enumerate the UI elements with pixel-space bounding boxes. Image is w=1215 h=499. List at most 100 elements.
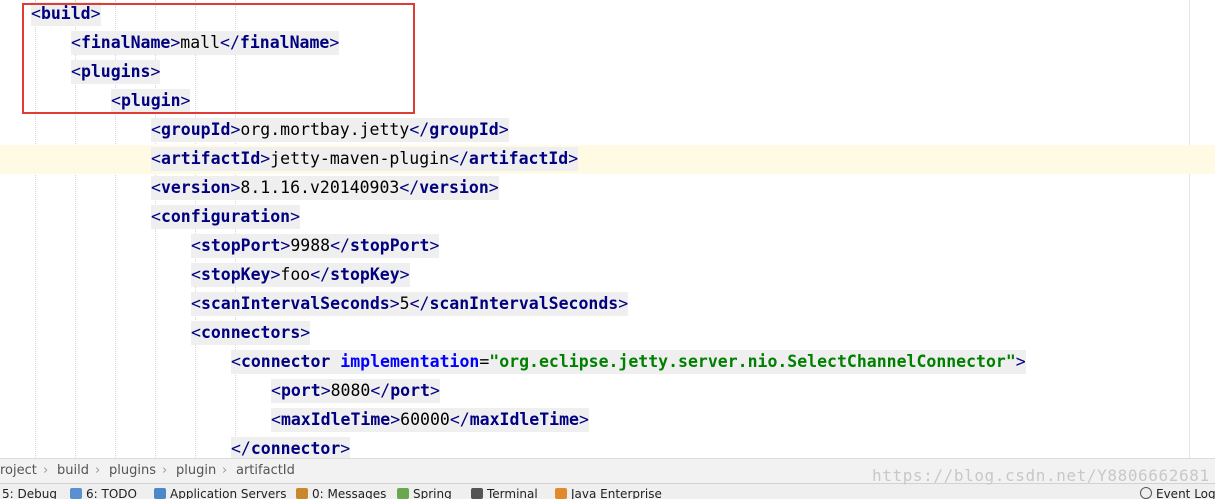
- code-line[interactable]: <connector implementation="org.eclipse.j…: [0, 348, 1215, 377]
- code-token: </: [399, 178, 420, 197]
- code-token: stopPort: [200, 236, 281, 255]
- app-servers-icon: [154, 488, 166, 499]
- tool-window-button[interactable]: 6: TODO: [70, 487, 137, 499]
- code-line[interactable]: </connector>: [0, 435, 1215, 458]
- todo-icon: [70, 488, 82, 499]
- code-token: port: [280, 381, 321, 400]
- code-token: >: [498, 120, 509, 139]
- breadcrumb-item[interactable]: plugins: [109, 463, 156, 478]
- tool-window-button[interactable]: Java Enterprise: [555, 487, 662, 499]
- code-token: 8080: [330, 381, 371, 400]
- code-token: version: [419, 178, 489, 197]
- spring-icon: [397, 488, 409, 499]
- code-token: plugin: [120, 91, 181, 110]
- code-token: </: [220, 33, 240, 52]
- code-token: <: [271, 410, 281, 429]
- code-token: mall: [180, 33, 221, 52]
- tool-window-label: 5: Debug: [2, 487, 57, 499]
- code-token: >: [300, 323, 311, 342]
- code-token: artifactId: [468, 149, 569, 168]
- code-token: >: [170, 33, 181, 52]
- code-token: >: [150, 62, 161, 81]
- code-token: >: [90, 4, 101, 23]
- code-token: </: [330, 236, 350, 255]
- code-token: >: [230, 178, 241, 197]
- code-line[interactable]: <plugin>: [0, 87, 1215, 116]
- code-token: <: [191, 236, 201, 255]
- tool-window-button[interactable]: 0: Messages: [296, 487, 386, 499]
- code-line[interactable]: <stopKey>foo</stopKey>: [0, 261, 1215, 290]
- code-token: version: [160, 178, 231, 197]
- code-token: >: [290, 207, 301, 226]
- code-line[interactable]: <version>8.1.16.v20140903</version>: [0, 174, 1215, 203]
- code-line[interactable]: <connectors>: [0, 319, 1215, 348]
- tool-window-button[interactable]: Terminal: [471, 487, 538, 499]
- code-token: >: [429, 236, 440, 255]
- code-line-text: <port>8080</port>: [271, 379, 440, 403]
- code-token: <: [71, 62, 81, 81]
- code-token: <: [151, 207, 161, 226]
- code-line[interactable]: <build>: [0, 0, 1215, 29]
- code-token: <: [191, 323, 201, 342]
- code-token: configuration: [160, 207, 291, 226]
- code-token: >: [180, 91, 191, 110]
- code-line[interactable]: <port>8080</port>: [0, 377, 1215, 406]
- breadcrumb-item[interactable]: artifactId: [236, 463, 295, 478]
- code-token: >: [488, 178, 499, 197]
- code-token: </: [310, 265, 331, 284]
- tool-window-button[interactable]: Application Servers: [154, 487, 286, 499]
- code-line[interactable]: <finalName>mall</finalName>: [0, 29, 1215, 58]
- code-token: >: [578, 410, 589, 429]
- breadcrumb-item[interactable]: plugin: [176, 463, 216, 478]
- code-token: </: [409, 120, 430, 139]
- breadcrumb-separator: ›: [162, 463, 168, 478]
- code-line-text: <connectors>: [191, 321, 311, 345]
- tool-window-label: 6: TODO: [86, 487, 137, 499]
- code-token: >: [568, 149, 579, 168]
- tool-window-button[interactable]: 5: Debug: [2, 487, 57, 499]
- tool-window-button[interactable]: Spring: [397, 487, 452, 499]
- breadcrumb-item[interactable]: roject: [0, 463, 37, 478]
- code-token: </: [231, 439, 251, 458]
- code-line-text: <plugin>: [111, 89, 191, 113]
- code-token: stopPort: [349, 236, 430, 255]
- code-token: foo: [280, 265, 311, 284]
- code-token: <: [231, 352, 241, 371]
- code-token: </: [409, 294, 430, 313]
- tool-window-bar: 5: Debug 6: TODO Application Servers 0: Mes…: [0, 483, 1215, 499]
- code-token: jetty-maven-plugin: [270, 149, 450, 168]
- code-line[interactable]: <plugins>: [0, 58, 1215, 87]
- code-token: >: [329, 33, 340, 52]
- event-log-label: Event Log: [1156, 487, 1215, 499]
- code-token: =: [479, 352, 490, 371]
- code-line[interactable]: <groupId>org.mortbay.jetty</groupId>: [0, 116, 1215, 145]
- tool-window-label: Java Enterprise: [571, 487, 662, 499]
- code-token: org.mortbay.jetty: [240, 120, 410, 139]
- event-log-icon: [1140, 487, 1152, 499]
- code-line-text: <connector implementation="org.eclipse.j…: [231, 350, 1026, 374]
- code-line-text: <version>8.1.16.v20140903</version>: [151, 176, 499, 200]
- code-token: </: [370, 381, 391, 400]
- code-line-text: <groupId>org.mortbay.jetty</groupId>: [151, 118, 509, 142]
- code-line-text: <stopPort>9988</stopPort>: [191, 234, 440, 258]
- tool-window-label: Spring: [413, 487, 452, 499]
- code-editor[interactable]: <build> <finalName>mall</finalName> <plugi…: [0, 0, 1215, 458]
- code-token: finalName: [80, 33, 171, 52]
- code-token: stopKey: [200, 265, 271, 284]
- code-line-text: <maxIdleTime>60000</maxIdleTime>: [271, 408, 589, 432]
- code-line[interactable]: <scanIntervalSeconds>5</scanIntervalSeco…: [0, 290, 1215, 319]
- code-token: 5: [399, 294, 410, 313]
- code-token: >: [430, 381, 440, 400]
- breadcrumb-item[interactable]: build: [57, 463, 89, 478]
- code-line[interactable]: <stopPort>9988</stopPort>: [0, 232, 1215, 261]
- code-token: 60000: [400, 410, 450, 429]
- code-line[interactable]: <configuration>: [0, 203, 1215, 232]
- code-token: >: [260, 149, 271, 168]
- code-line[interactable]: <artifactId>jetty-maven-plugin</artifact…: [0, 145, 1215, 174]
- code-token: >: [270, 265, 281, 284]
- code-token: </: [449, 410, 470, 429]
- code-line[interactable]: <maxIdleTime>60000</maxIdleTime>: [0, 406, 1215, 435]
- code-token: build: [40, 4, 91, 23]
- event-log-button[interactable]: Event Log: [1140, 487, 1215, 499]
